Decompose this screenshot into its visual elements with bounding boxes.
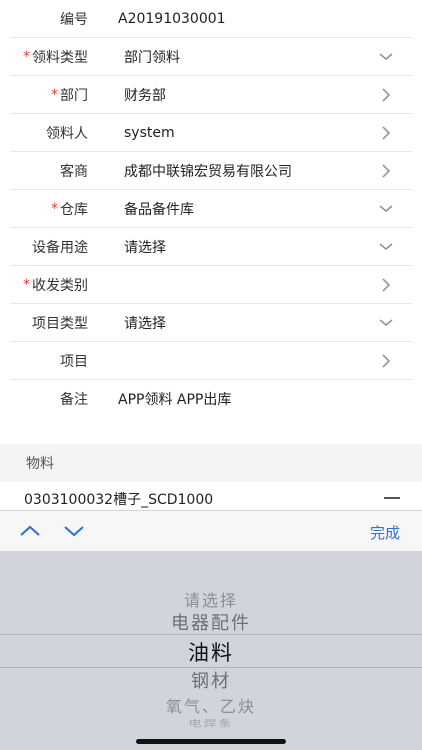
picker-toolbar: 完成 — [0, 510, 422, 551]
value-equipment-use: 请选择 — [124, 240, 166, 256]
value-warehouse: 备品备件库 — [124, 202, 194, 218]
home-indicator[interactable] — [136, 739, 286, 744]
form-row-number: 编号 A20191030001 — [0, 0, 422, 38]
chevron-right-icon[interactable] — [378, 353, 394, 369]
required-mark: * — [51, 87, 58, 103]
form-row-project-type[interactable]: 项目类型 请选择 — [0, 304, 422, 342]
option-picker-wheel[interactable]: 请选择 电器配件 油料 钢材 氧气、乙炔 电焊条 — [0, 551, 422, 750]
label-remark: 备注 — [60, 392, 88, 408]
requisition-form: 编号 A20191030001 * 领料类型 部门领料 * 部门 财务部 领料人 s… — [0, 0, 422, 418]
material-list-item[interactable]: 0303100032槽子_SCD1000 — [0, 482, 422, 512]
chevron-right-icon[interactable] — [378, 125, 394, 141]
chevron-down-icon[interactable] — [378, 239, 394, 255]
remark-input[interactable]: APP领料 APP出库 — [118, 380, 231, 418]
form-row-warehouse[interactable]: * 仓库 备品备件库 — [0, 190, 422, 228]
picker-option[interactable]: 氧气、乙炔 — [0, 693, 422, 717]
form-row-requisition-type[interactable]: * 领料类型 部门领料 — [0, 38, 422, 76]
form-row-requester[interactable]: 领料人 system — [0, 114, 422, 152]
label-warehouse: * 仓库 — [51, 201, 88, 218]
label-io-category: * 收发类别 — [23, 277, 88, 294]
form-row-customer[interactable]: 客商 成都中联锦宏贸易有限公司 — [0, 152, 422, 190]
required-mark: * — [23, 49, 30, 65]
remove-dash-icon[interactable] — [384, 497, 400, 499]
form-row-remark[interactable]: 备注 APP领料 APP出库 — [0, 380, 422, 418]
chevron-right-icon[interactable] — [378, 163, 394, 179]
required-mark: * — [51, 201, 58, 217]
picker-option[interactable]: 请选择 — [0, 587, 422, 611]
label-project-type: 项目类型 — [32, 316, 88, 332]
picker-option-selected[interactable]: 油料 — [0, 637, 422, 667]
chevron-down-icon[interactable] — [378, 315, 394, 331]
form-row-io-category[interactable]: * 收发类别 — [0, 266, 422, 304]
form-row-equipment-use[interactable]: 设备用途 请选择 — [0, 228, 422, 266]
picker-option[interactable]: 钢材 — [0, 667, 422, 693]
form-row-project[interactable]: 项目 — [0, 342, 422, 380]
chevron-right-icon[interactable] — [378, 87, 394, 103]
label-number: 编号 — [60, 12, 88, 28]
label-project: 项目 — [60, 354, 88, 370]
value-project-type: 请选择 — [124, 316, 166, 332]
value-requisition-type: 部门领料 — [124, 50, 180, 66]
materials-section-header: 物料 — [0, 444, 422, 482]
chevron-down-icon[interactable] — [378, 201, 394, 217]
materials-section-title: 物料 — [26, 456, 54, 472]
chevron-up-icon[interactable] — [18, 522, 42, 540]
value-department: 财务部 — [124, 88, 166, 104]
picker-option[interactable]: 电焊条 — [0, 716, 422, 730]
label-customer: 客商 — [60, 164, 88, 180]
picker-option[interactable]: 电器配件 — [0, 609, 422, 635]
label-requester: 领料人 — [46, 126, 88, 142]
label-department: * 部门 — [51, 87, 88, 104]
value-number: A20191030001 — [118, 11, 226, 27]
value-requester: system — [124, 125, 175, 141]
form-row-department[interactable]: * 部门 财务部 — [0, 76, 422, 114]
required-mark: * — [23, 277, 30, 293]
chevron-down-icon[interactable] — [378, 49, 394, 65]
chevron-right-icon[interactable] — [378, 277, 394, 293]
label-equipment-use: 设备用途 — [32, 240, 88, 256]
done-button[interactable]: 完成 — [370, 522, 400, 543]
label-requisition-type: * 领料类型 — [23, 49, 88, 66]
material-item-name: 0303100032槽子_SCD1000 — [24, 492, 214, 508]
chevron-down-icon[interactable] — [62, 522, 86, 540]
value-customer: 成都中联锦宏贸易有限公司 — [124, 164, 292, 180]
